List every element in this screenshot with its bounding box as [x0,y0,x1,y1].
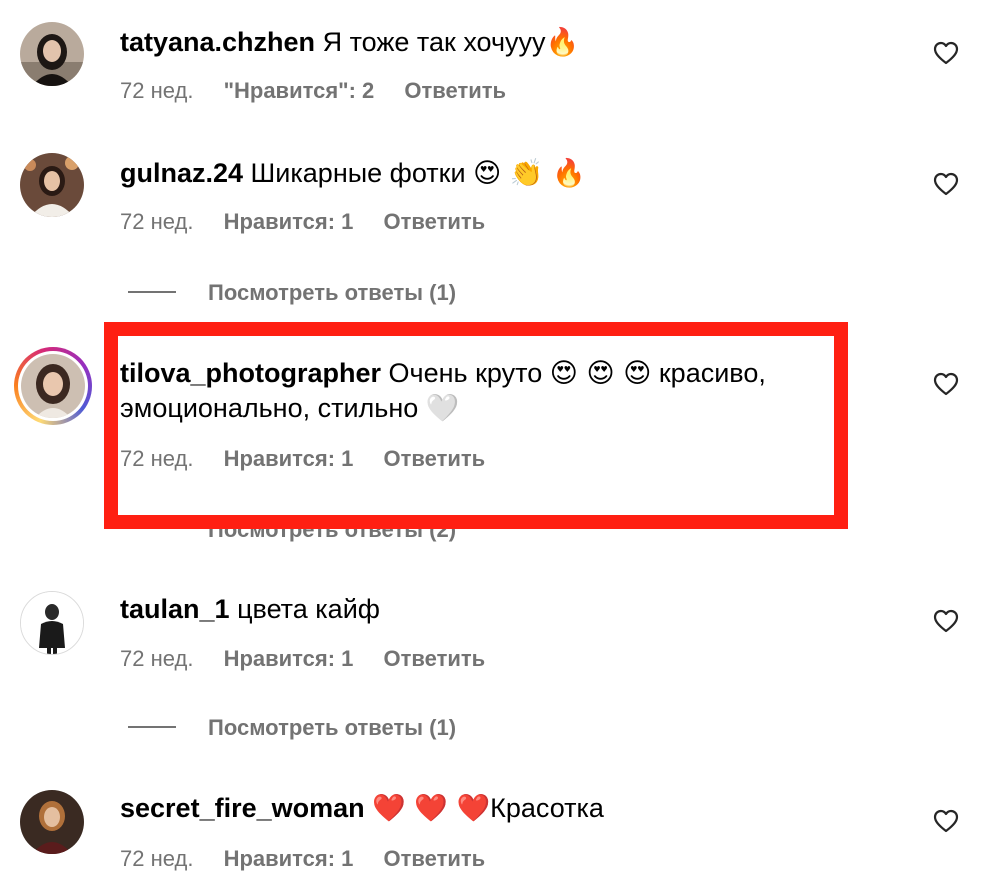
reply-button[interactable]: Ответить [384,846,486,871]
reply-button[interactable]: Ответить [404,78,506,103]
red-hearts-emoji: ❤️ ❤️ ❤️ [372,793,491,824]
avatar [21,354,85,418]
fire-emoji: 🔥 [545,27,580,58]
comment-meta: 72 нед. Нравится: 1 Ответить [120,209,509,235]
view-replies-label: Посмотреть ответы (2) [208,517,457,542]
comment-body: Очень круто [388,358,543,388]
heart-icon[interactable] [933,609,959,633]
likes-count[interactable]: Нравится: 1 [224,209,354,234]
comment-text: tilova_photographer Очень круто 😍 😍 😍 кр… [120,355,766,392]
likes-count[interactable]: Нравится: 1 [224,446,354,471]
comment-text: tatyana.chzhen Я тоже так хочууу🔥 [120,24,579,61]
comment-body: Красотка [490,793,604,823]
comment-body: Шикарные фотки [250,158,466,188]
replies-divider [128,291,176,294]
view-replies-button[interactable]: Посмотреть ответы (1) [128,280,456,306]
view-replies-label: Посмотреть ответы (1) [208,715,457,740]
username-link[interactable]: tilova_photographer [120,358,381,388]
comment-text: gulnaz.24 Шикарные фотки 😍 👏 🔥 [120,155,586,192]
username-link[interactable]: taulan_1 [120,594,230,624]
likes-count[interactable]: Нравится: 1 [224,646,354,671]
emoji-group: 😍 😍 😍 [549,358,652,389]
story-ring[interactable] [14,347,92,425]
likes-count[interactable]: "Нравится": 2 [224,78,375,103]
avatar[interactable] [20,790,84,854]
avatar[interactable] [20,591,84,655]
comment-meta: 72 нед. "Нравится": 2 Ответить [120,78,530,104]
avatar[interactable] [20,153,84,217]
username-link[interactable]: secret_fire_woman [120,793,365,823]
view-replies-button[interactable]: Посмотреть ответы (2) [208,517,456,543]
comment-age: 72 нед. [120,646,194,671]
replies-divider [128,726,176,729]
comment-body-line2: эмоционально, стильно [120,393,419,423]
comment-meta: 72 нед. Нравится: 1 Ответить [120,846,509,872]
comment-body: Я тоже так хочууу [322,27,546,57]
emoji-group: 😍 👏 🔥 [473,158,586,189]
reply-button[interactable]: Ответить [384,446,486,471]
heart-icon[interactable] [933,809,959,833]
view-replies-button[interactable]: Посмотреть ответы (1) [128,715,456,741]
comment-age: 72 нед. [120,209,194,234]
reply-button[interactable]: Ответить [384,646,486,671]
reply-button[interactable]: Ответить [384,209,486,234]
comment-text-line2: эмоционально, стильно 🤍 [120,390,459,427]
username-link[interactable]: tatyana.chzhen [120,27,315,57]
comment-text: taulan_1 цвета кайф [120,591,380,628]
comment-body-tail: красиво, [658,358,766,388]
comment-age: 72 нед. [120,446,194,471]
comment-meta: 72 нед. Нравится: 1 Ответить [120,446,509,472]
avatar[interactable] [20,22,84,86]
comment-age: 72 нед. [120,78,194,103]
comment-body: цвета кайф [237,594,380,624]
view-replies-label: Посмотреть ответы (1) [208,280,457,305]
heart-icon[interactable] [933,172,959,196]
comment-meta: 72 нед. Нравится: 1 Ответить [120,646,509,672]
heart-icon[interactable] [933,41,959,65]
comment-text: secret_fire_woman ❤️ ❤️ ❤️Красотка [120,790,604,827]
likes-count[interactable]: Нравится: 1 [224,846,354,871]
heart-icon[interactable] [933,372,959,396]
username-link[interactable]: gulnaz.24 [120,158,243,188]
white-heart-emoji: 🤍 [425,393,460,424]
comment-age: 72 нед. [120,846,194,871]
